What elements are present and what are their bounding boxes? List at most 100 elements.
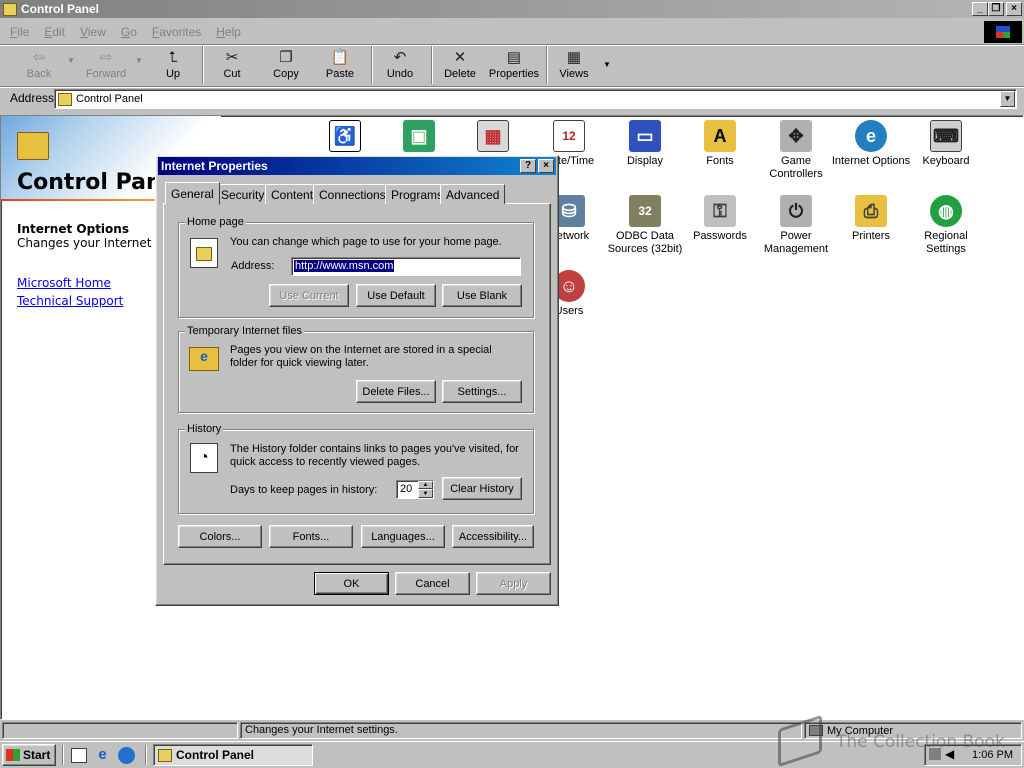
clear-history-button[interactable]: Clear History (442, 477, 522, 500)
address-dropdown-button[interactable]: ▼ (1000, 91, 1015, 107)
use-blank-button[interactable]: Use Blank (442, 284, 522, 307)
menu-help[interactable]: Help (216, 25, 241, 39)
internet-explorer-icon[interactable]: e (94, 747, 111, 764)
icon-regional-settings[interactable]: ◍ Regional Settings (906, 195, 986, 256)
properties-button[interactable]: ▤ Properties (488, 48, 540, 84)
menu-favorites[interactable]: Favorites (152, 25, 201, 39)
forward-button[interactable]: ⇨ Forward (84, 48, 128, 84)
days-spinner[interactable]: ▲ ▼ (418, 481, 433, 498)
icon-power-management[interactable]: ⏻ Power Management (756, 195, 836, 256)
window-title: Control Panel (21, 2, 100, 16)
accessibility-icon: ♿ (329, 120, 361, 152)
cut-button[interactable]: ✂ Cut (216, 48, 248, 84)
views-button[interactable]: ▦ Views (556, 48, 592, 84)
icon-odbc[interactable]: 32 ODBC Data Sources (32bit) (605, 195, 685, 256)
windows-logo-icon (984, 21, 1022, 43)
use-default-button[interactable]: Use Default (356, 284, 436, 307)
control-panel-icon (158, 748, 172, 762)
tab-general[interactable]: General (165, 182, 220, 205)
toolbar-separator (431, 46, 433, 84)
minimize-button[interactable]: _ (972, 2, 988, 16)
home-page-desc: You can change which page to use for you… (230, 236, 502, 248)
address-label: Address (10, 91, 55, 105)
languages-button[interactable]: Languages... (361, 525, 445, 548)
undo-button[interactable]: ↶ Undo (384, 48, 416, 84)
fonts-folder-icon: A (704, 120, 736, 152)
delete-button[interactable]: ✕ Delete (442, 48, 478, 84)
toolbar-separator (546, 46, 548, 84)
taskbar-separator (145, 745, 147, 765)
volume-icon[interactable]: ◀ (945, 747, 954, 761)
home-address-input[interactable]: http://www.msn.com (291, 257, 521, 276)
accessibility-button[interactable]: Accessibility... (452, 525, 534, 548)
status-text-panel (2, 722, 238, 739)
restore-button[interactable]: ❐ (988, 2, 1004, 16)
back-button[interactable]: ⇦ Back (22, 48, 56, 84)
copy-button[interactable]: ❐ Copy (268, 48, 304, 84)
use-current-button[interactable]: Use Current (269, 284, 349, 307)
ok-button[interactable]: OK (314, 572, 389, 595)
dialog-title: Internet Properties (161, 159, 268, 173)
keys-icon: ⚿ (704, 195, 736, 227)
spin-down-icon[interactable]: ▼ (418, 489, 433, 498)
icon-game-controllers[interactable]: ✥ Game Controllers (756, 120, 836, 181)
menu-view[interactable]: View (80, 25, 106, 39)
menu-edit[interactable]: Edit (44, 25, 65, 39)
icon-internet-options[interactable]: e Internet Options (831, 120, 911, 168)
tab-security[interactable]: Security (215, 184, 271, 204)
menu-go[interactable]: Go (121, 25, 137, 39)
network-tray-icon[interactable] (929, 748, 941, 760)
start-button[interactable]: Start (2, 744, 56, 766)
dialog-title-bar[interactable]: Internet Properties ? × (158, 157, 556, 175)
views-dropdown-icon[interactable]: ▼ (603, 60, 611, 69)
temp-files-desc: Pages you view on the Internet are store… (230, 344, 492, 369)
dialog-close-button[interactable]: × (538, 159, 554, 173)
fonts-button[interactable]: Fonts... (269, 525, 353, 548)
menu-file[interactable]: File (10, 25, 29, 39)
help-icon: ? (524, 160, 532, 171)
main-title-bar[interactable]: Control Panel _ ❐ × (0, 0, 1024, 18)
copy-icon: ❐ (279, 49, 293, 66)
tab-content[interactable]: Content (265, 184, 320, 204)
paste-button[interactable]: 📋 Paste (322, 48, 358, 84)
spin-up-icon[interactable]: ▲ (418, 481, 433, 489)
back-dropdown-icon[interactable]: ▼ (67, 56, 75, 65)
clock: 1:06 PM (972, 749, 1013, 761)
home-address-label: Address: (231, 260, 275, 272)
icon-display[interactable]: ▭ Display (605, 120, 685, 168)
link-microsoft-home[interactable]: Microsoft Home (17, 276, 111, 290)
title-underline (1, 199, 161, 201)
apply-button[interactable]: Apply (476, 572, 551, 595)
globe-icon: ◍ (930, 195, 962, 227)
up-button[interactable]: ⮤ Up (158, 48, 188, 84)
help-button[interactable]: ? (520, 159, 536, 173)
add-remove-programs[interactable]: ▦ (453, 120, 533, 155)
add-new-hardware[interactable]: ▣ (379, 120, 459, 155)
show-desktop-icon[interactable] (71, 748, 87, 763)
icon-keyboard[interactable]: ⌨ Keyboard (906, 120, 986, 168)
forward-dropdown-icon[interactable]: ▼ (135, 56, 143, 65)
icon-passwords[interactable]: ⚿ Passwords (680, 195, 760, 243)
temp-files-folder-icon: e (189, 347, 219, 371)
icon-printers[interactable]: ⎙ Printers (831, 195, 911, 243)
toolbar-separator (202, 46, 204, 84)
history-group (178, 429, 534, 514)
icon-fonts[interactable]: A Fonts (680, 120, 760, 168)
cancel-button[interactable]: Cancel (395, 572, 470, 595)
address-field[interactable]: Control Panel ▼ (54, 89, 1017, 109)
colors-button[interactable]: Colors... (178, 525, 262, 548)
delete-files-button[interactable]: Delete Files... (356, 380, 436, 403)
channels-icon[interactable] (118, 747, 135, 764)
tab-advanced[interactable]: Advanced (440, 184, 506, 204)
accessibility-options[interactable]: ♿ (305, 120, 385, 155)
windows-flag-icon (6, 749, 20, 761)
status-zone: My Computer (804, 722, 1022, 739)
settings-button[interactable]: Settings... (442, 380, 522, 403)
link-technical-support[interactable]: Technical Support (17, 294, 123, 308)
task-control-panel[interactable]: Control Panel (153, 744, 313, 766)
history-icon: ◔ (190, 443, 218, 473)
delete-x-icon: ✕ (453, 49, 467, 66)
tab-connections[interactable]: Connections (313, 184, 392, 204)
close-button[interactable]: × (1006, 2, 1022, 16)
odbc-icon: 32 (629, 195, 661, 227)
